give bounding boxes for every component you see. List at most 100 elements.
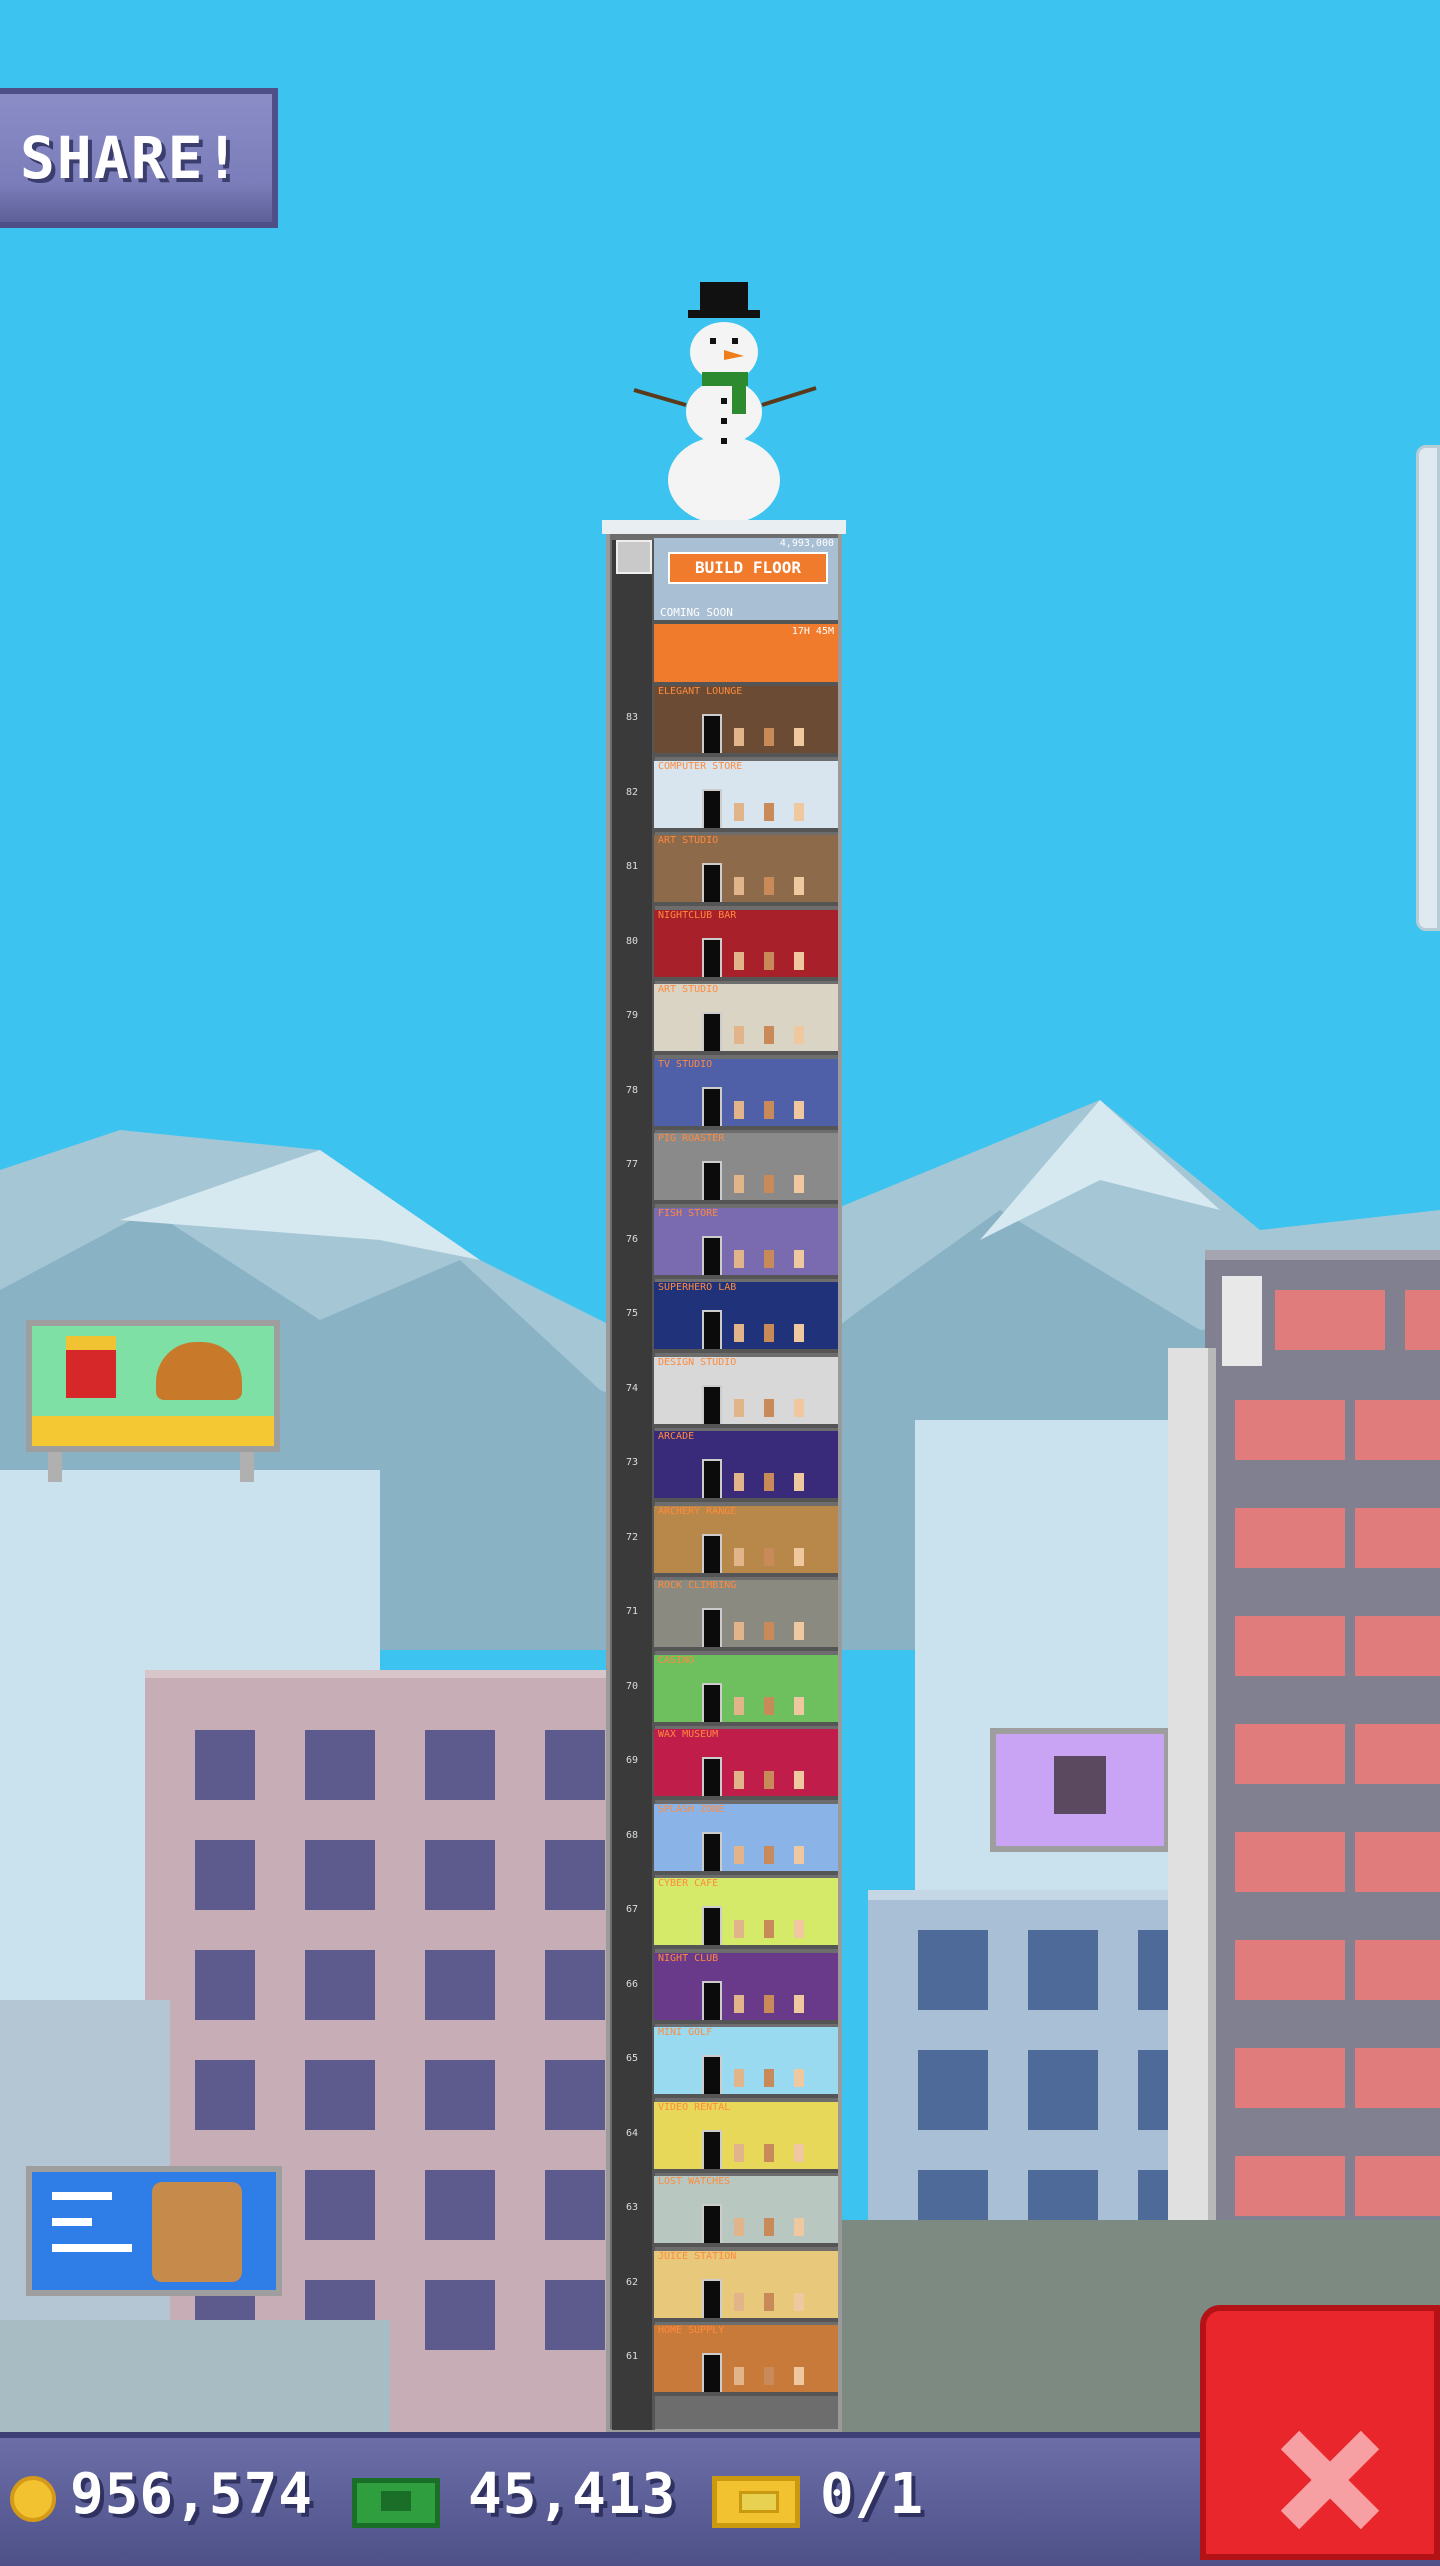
tower-floor[interactable]: COMPUTER STORE (654, 761, 838, 832)
bitizen (794, 2367, 804, 2385)
bitizen (794, 2069, 804, 2087)
tower-floor[interactable]: JUICE STATION (654, 2251, 838, 2322)
bitizen (794, 877, 804, 895)
floor-number: 75 (625, 1308, 639, 1319)
build-floor-button[interactable]: BUILD FLOOR (668, 552, 828, 584)
bitizen (764, 1026, 774, 1044)
building-teal-bottom (0, 2320, 390, 2432)
coins-value[interactable]: 956,574 (70, 2462, 313, 2527)
tower-floor[interactable]: ROCK CLIMBING (654, 1580, 838, 1651)
elevator-car[interactable] (616, 540, 652, 574)
bitizen (764, 1324, 774, 1342)
tower-floor[interactable]: NIGHTCLUB BAR (654, 910, 838, 981)
bitizen (764, 1175, 774, 1193)
floor-name: ARCHERY RANGE (658, 1506, 737, 1517)
bux-value[interactable]: 45,413 (468, 2462, 676, 2527)
floor-number: 72 (625, 1532, 639, 1543)
bux-icon[interactable] (352, 2478, 440, 2528)
tower-floor[interactable]: SUPERHERO LAB (654, 1282, 838, 1353)
construction-floor[interactable]: 17H 45M (654, 624, 838, 686)
tower-floor[interactable]: SPLASH ZONE (654, 1804, 838, 1875)
share-button[interactable]: SHARE! (0, 88, 278, 228)
tower-floor[interactable]: ART STUDIO (654, 984, 838, 1055)
bitizen (764, 2293, 774, 2311)
bitizen (734, 2069, 744, 2087)
floor-name: LOST WATCHES (658, 2176, 731, 2187)
tower-floor[interactable]: WAX MUSEUM (654, 1729, 838, 1800)
floor-number: 71 (625, 1606, 639, 1617)
floor-number: 81 (625, 861, 639, 872)
snowman-topper[interactable] (628, 280, 828, 530)
floor-name: CYBER CAFE (658, 1878, 719, 1889)
bitizen (734, 1250, 744, 1268)
floor-name: MINI GOLF (658, 2027, 713, 2038)
tower-floor[interactable]: CYBER CAFE (654, 1878, 838, 1949)
tower-floor[interactable]: HOME SUPPLY (654, 2325, 838, 2396)
bitizen (764, 2144, 774, 2162)
floor-door (702, 2279, 722, 2318)
elevator-shaft[interactable] (612, 540, 655, 2430)
tower-floor[interactable]: PIG ROASTER (654, 1133, 838, 1204)
bitizen (764, 803, 774, 821)
bitizen (764, 1995, 774, 2013)
floor-name: ART STUDIO (658, 984, 719, 995)
floor-name: TV STUDIO (658, 1059, 713, 1070)
floor-name: ART STUDIO (658, 835, 719, 846)
floor-name: ELEGANT LOUNGE (658, 686, 743, 697)
tower-floor[interactable]: ARCADE (654, 1431, 838, 1502)
floor-name: WAX MUSEUM (658, 1729, 719, 1740)
floor-name: ROCK CLIMBING (658, 1580, 737, 1591)
tower-floor[interactable]: FISH STORE (654, 1208, 838, 1279)
bitizen (764, 728, 774, 746)
bitizen (764, 1399, 774, 1417)
floor-door (702, 2130, 722, 2169)
bitizen (794, 1250, 804, 1268)
tower-floor[interactable]: CASINO (654, 1655, 838, 1726)
tickets-value[interactable]: 0/1 (820, 2462, 924, 2527)
build-floor-cost: 4,993,000 (779, 538, 834, 549)
floor-door (702, 1832, 722, 1871)
shop-billboard (990, 1728, 1170, 1852)
floor-number: 68 (625, 1830, 639, 1841)
bitizen (734, 2218, 744, 2236)
shopping-bag-icon (1054, 1756, 1106, 1814)
bitizen (734, 1622, 744, 1640)
floor-door (702, 1906, 722, 1945)
burger-icon (156, 1342, 242, 1400)
floor-name: DESIGN STUDIO (658, 1357, 737, 1368)
floor-door (702, 2055, 722, 2094)
bitizen (764, 1771, 774, 1789)
floor-number: 74 (625, 1383, 639, 1394)
coming-soon-timer: 17H 45M (791, 626, 834, 637)
tower-floor[interactable]: ARCHERY RANGE (654, 1506, 838, 1577)
ticket-icon[interactable] (712, 2476, 800, 2528)
floor-number: 82 (625, 787, 639, 798)
floor-number: 62 (625, 2277, 639, 2288)
tower-floor[interactable]: TV STUDIO (654, 1059, 838, 1130)
bitizen (794, 952, 804, 970)
coin-icon[interactable] (10, 2476, 56, 2522)
share-label: SHARE! (20, 124, 242, 192)
bitizen (794, 1846, 804, 1864)
floor-name: VIDEO RENTAL (658, 2102, 731, 2113)
tower-floor[interactable]: NIGHT CLUB (654, 1953, 838, 2024)
floor-door (702, 1757, 722, 1796)
floor-name: HOME SUPPLY (658, 2325, 725, 2336)
advisor-billboard (26, 2166, 282, 2296)
bitizen (794, 2218, 804, 2236)
close-button[interactable] (1200, 2305, 1440, 2560)
side-panel-tab[interactable] (1416, 445, 1440, 931)
bitizen (734, 1920, 744, 1938)
tower-floor[interactable]: ELEGANT LOUNGE (654, 686, 838, 757)
tower-floor[interactable]: LOST WATCHES (654, 2176, 838, 2247)
bitizen (764, 2069, 774, 2087)
tower-floor[interactable]: DESIGN STUDIO (654, 1357, 838, 1428)
floor-number: 65 (625, 2053, 639, 2064)
tower-floor[interactable]: VIDEO RENTAL (654, 2102, 838, 2173)
tower-floor[interactable]: MINI GOLF (654, 2027, 838, 2098)
tower-floor[interactable]: ART STUDIO (654, 835, 838, 906)
bitizen (794, 2144, 804, 2162)
build-floor-slot[interactable]: 4,993,000 BUILD FLOOR COMING SOON (654, 538, 838, 624)
floor-number: 69 (625, 1755, 639, 1766)
bitizen (794, 1026, 804, 1044)
